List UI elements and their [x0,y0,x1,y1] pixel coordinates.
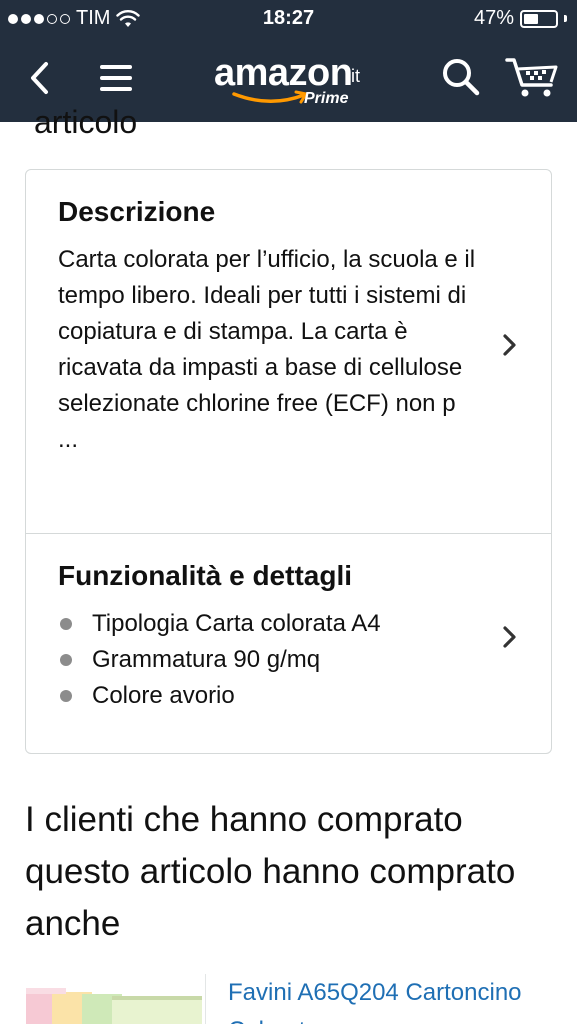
bullet-icon [60,654,72,666]
menu-icon[interactable] [94,56,138,100]
feature-text: Tipologia Carta colorata A4 [92,610,381,637]
logo-tld: .it [346,66,361,86]
search-icon[interactable] [436,54,486,100]
features-section[interactable]: Funzionalità e dettagli Tipologia Carta … [26,534,551,753]
product-title-link[interactable]: Favini A65Q204 Cartoncino Colorato [228,974,558,1024]
status-right: 47% [474,7,567,30]
list-item: Colore avorio [58,678,381,714]
description-text: Carta colorata per l’ufficio, la scuola … [58,246,476,453]
features-title: Funzionalità e dettagli [58,560,353,591]
prime-badge: Prime [304,90,349,107]
chevron-right-icon[interactable] [499,330,521,360]
amazon-prime-logo[interactable]: amazon .it Prime [214,52,374,112]
divider [205,974,206,1024]
logo-smile-icon [232,90,308,104]
feature-text: Grammatura 90 g/mq [92,646,321,673]
product-details-card: Descrizione Carta colorata per l’ufficio… [25,169,552,754]
chevron-right-icon[interactable] [499,622,521,652]
feature-text: Colore avorio [92,682,235,709]
bullet-icon [60,618,72,630]
product-image[interactable] [26,974,206,1024]
list-item: Grammatura 90 g/mq [58,642,381,678]
battery-percent: 47% [473,7,514,29]
section-heading-partial: articolo [34,104,138,140]
list-item: Tipologia Carta colorata A4 [58,606,381,642]
battery-level [524,13,539,24]
battery-icon [520,9,558,28]
battery-cap [564,15,567,22]
description-section[interactable]: Descrizione Carta colorata per l’ufficio… [26,170,551,534]
back-icon[interactable] [18,56,62,100]
also-bought-heading: I clienti che hanno comprato questo arti… [25,800,516,943]
description-title: Descrizione [58,196,216,227]
status-bar: TIM 18:27 47% [0,0,577,38]
cart-icon[interactable] [502,54,562,100]
logo-word: amazon [214,52,353,94]
features-list: Tipologia Carta colorata A4 Grammatura 9… [58,606,381,714]
bullet-icon [60,690,72,702]
